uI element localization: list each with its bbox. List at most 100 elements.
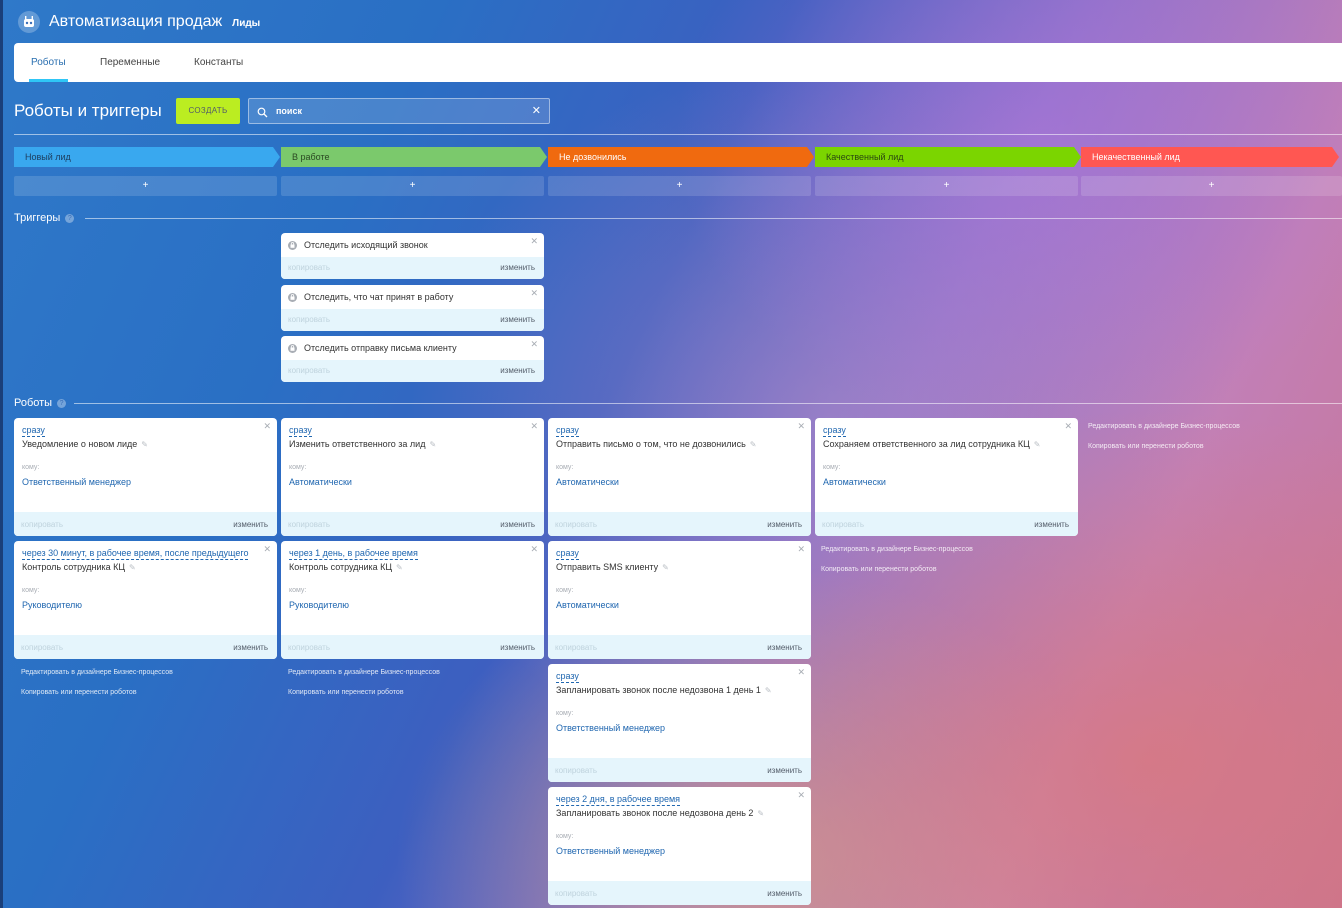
add-robot-button[interactable]: + — [14, 176, 277, 196]
robot-card[interactable]: через 30 минут, в рабочее время, после п… — [14, 541, 277, 659]
close-icon[interactable]: ✕ — [530, 236, 538, 247]
edit-link[interactable]: изменить — [233, 512, 268, 536]
tab-constants[interactable]: Константы — [194, 43, 243, 82]
search-input[interactable]: поиск ✕ — [248, 98, 550, 124]
designer-link[interactable]: Редактировать в дизайнере Бизнес-процесс… — [821, 546, 973, 553]
trigger-card[interactable]: Отследить исходящий звонок ✕ копировать изм… — [281, 233, 544, 279]
add-robot-button[interactable]: + — [1081, 176, 1342, 196]
recipient-value[interactable]: Автоматически — [289, 477, 352, 487]
recipient-value[interactable]: Автоматически — [556, 600, 619, 610]
edit-link[interactable]: изменить — [500, 257, 535, 279]
trigger-card[interactable]: Отследить отправку письма клиенту ✕ копиро… — [281, 336, 544, 382]
robot-delay-link[interactable]: сразу — [556, 671, 579, 683]
pencil-icon[interactable]: ✎ — [429, 440, 436, 449]
stage-header[interactable]: Новый лид — [14, 147, 280, 167]
stage-header[interactable]: Качественный лид — [815, 147, 1081, 167]
tab-robots[interactable]: Роботы — [29, 43, 68, 82]
robot-delay-link[interactable]: сразу — [556, 425, 579, 437]
copy-link[interactable]: копировать — [555, 635, 597, 659]
close-icon[interactable]: ✕ — [530, 339, 538, 350]
edit-link[interactable]: изменить — [500, 360, 535, 382]
close-icon[interactable]: ✕ — [797, 421, 805, 432]
robot-delay-link[interactable]: сразу — [823, 425, 846, 437]
edit-link[interactable]: изменить — [1034, 512, 1069, 536]
copy-link[interactable]: копировать — [822, 512, 864, 536]
copy-link[interactable]: копировать — [288, 360, 330, 382]
copy-link[interactable]: копировать — [288, 257, 330, 279]
copy-link[interactable]: копировать — [21, 635, 63, 659]
designer-link[interactable]: Редактировать в дизайнере Бизнес-процесс… — [288, 669, 440, 676]
copy-link[interactable]: копировать — [288, 309, 330, 331]
edit-link[interactable]: изменить — [500, 512, 535, 536]
copy-move-link[interactable]: Копировать или перенести роботов — [1088, 443, 1204, 450]
edit-link[interactable]: изменить — [767, 758, 802, 782]
close-icon[interactable]: ✕ — [797, 544, 805, 555]
edit-link[interactable]: изменить — [767, 512, 802, 536]
designer-link[interactable]: Редактировать в дизайнере Бизнес-процесс… — [21, 669, 173, 676]
stage-header[interactable]: Не дозвонились — [548, 147, 814, 167]
edit-link[interactable]: изменить — [233, 635, 268, 659]
recipient-value[interactable]: Ответственный менеджер — [22, 477, 131, 487]
clear-search-icon[interactable]: ✕ — [532, 104, 541, 117]
recipient-value[interactable]: Руководителю — [289, 600, 349, 610]
recipient-value[interactable]: Ответственный менеджер — [556, 846, 665, 856]
create-button[interactable]: СОЗДАТЬ — [176, 98, 240, 124]
pencil-icon[interactable]: ✎ — [765, 686, 772, 695]
edit-link[interactable]: изменить — [767, 635, 802, 659]
close-icon[interactable]: ✕ — [263, 421, 271, 432]
recipient-value[interactable]: Руководителю — [22, 600, 82, 610]
stage-header[interactable]: Некачественный лид — [1081, 147, 1339, 167]
trigger-card[interactable]: Отследить, что чат принят в работу ✕ копир… — [281, 285, 544, 331]
robot-delay-link[interactable]: сразу — [22, 425, 45, 437]
robot-card[interactable]: сразу ✕ Сохраняем ответственного за лид со… — [815, 418, 1078, 536]
robot-delay-link[interactable]: через 30 минут, в рабочее время, после п… — [22, 548, 249, 560]
pencil-icon[interactable]: ✎ — [750, 440, 757, 449]
robot-delay-link[interactable]: сразу — [289, 425, 312, 437]
robot-icon[interactable] — [18, 11, 40, 33]
help-icon[interactable]: ? — [65, 214, 75, 223]
recipient-value[interactable]: Автоматически — [556, 477, 619, 487]
robot-delay-link[interactable]: сразу — [556, 548, 579, 560]
copy-link[interactable]: копировать — [21, 512, 63, 536]
robot-card[interactable]: сразу ✕ Запланировать звонок после недозво… — [548, 664, 811, 782]
close-icon[interactable]: ✕ — [530, 288, 538, 299]
close-icon[interactable]: ✕ — [530, 421, 538, 432]
close-icon[interactable]: ✕ — [797, 667, 805, 678]
copy-move-link[interactable]: Копировать или перенести роботов — [21, 689, 137, 696]
robot-delay-link[interactable]: через 1 день, в рабочее время — [289, 548, 418, 560]
close-icon[interactable]: ✕ — [797, 790, 805, 801]
robot-card[interactable]: сразу ✕ Отправить письмо о том, что не доз… — [548, 418, 811, 536]
robot-card[interactable]: сразу ✕ Отправить SMS клиенту ✎ кому: Автомат… — [548, 541, 811, 659]
designer-link[interactable]: Редактировать в дизайнере Бизнес-процесс… — [1088, 423, 1240, 430]
help-icon[interactable]: ? — [57, 399, 67, 408]
add-robot-button[interactable]: + — [548, 176, 811, 196]
stage-header[interactable]: В работе — [281, 147, 547, 167]
pencil-icon[interactable]: ✎ — [757, 809, 764, 818]
pencil-icon[interactable]: ✎ — [129, 563, 136, 572]
tab-variables[interactable]: Переменные — [100, 43, 160, 82]
edit-link[interactable]: изменить — [500, 309, 535, 331]
pencil-icon[interactable]: ✎ — [1034, 440, 1041, 449]
pencil-icon[interactable]: ✎ — [396, 563, 403, 572]
recipient-value[interactable]: Автоматически — [823, 477, 886, 487]
copy-link[interactable]: копировать — [288, 512, 330, 536]
robot-card[interactable]: сразу ✕ Уведомление о новом лиде ✎ кому: Отве… — [14, 418, 277, 536]
robot-card[interactable]: через 2 дня, в рабочее время ✕ Запланирова… — [548, 787, 811, 905]
robot-delay-link[interactable]: через 2 дня, в рабочее время — [556, 794, 681, 806]
edit-link[interactable]: изменить — [500, 635, 535, 659]
close-icon[interactable]: ✕ — [263, 544, 271, 555]
robot-card[interactable]: сразу ✕ Изменить ответственного за лид ✎ ком… — [281, 418, 544, 536]
add-robot-button[interactable]: + — [815, 176, 1078, 196]
copy-link[interactable]: копировать — [555, 881, 597, 905]
copy-move-link[interactable]: Копировать или перенести роботов — [288, 689, 404, 696]
recipient-value[interactable]: Ответственный менеджер — [556, 723, 665, 733]
copy-link[interactable]: копировать — [288, 635, 330, 659]
copy-move-link[interactable]: Копировать или перенести роботов — [821, 566, 937, 573]
add-robot-button[interactable]: + — [281, 176, 544, 196]
pencil-icon[interactable]: ✎ — [662, 563, 669, 572]
close-icon[interactable]: ✕ — [530, 544, 538, 555]
edit-link[interactable]: изменить — [767, 881, 802, 905]
robot-card[interactable]: через 1 день, в рабочее время ✕ Контроль с… — [281, 541, 544, 659]
copy-link[interactable]: копировать — [555, 512, 597, 536]
pencil-icon[interactable]: ✎ — [141, 440, 148, 449]
